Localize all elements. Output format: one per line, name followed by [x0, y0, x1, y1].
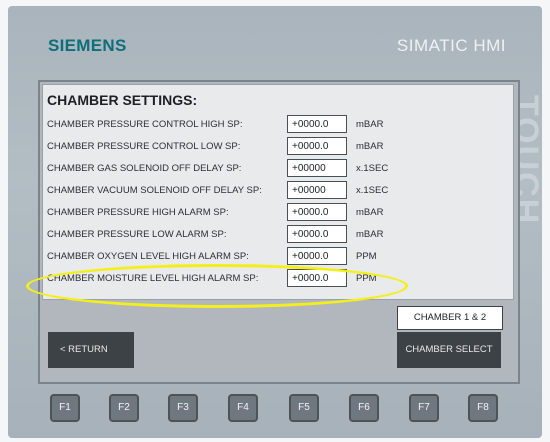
f6-key[interactable]: F6: [349, 394, 379, 422]
setting-value-field[interactable]: +00000: [287, 159, 347, 177]
hmi-screen: CHAMBER SETTINGS: CHAMBER PRESSURE CONTR…: [38, 80, 520, 384]
page-title: CHAMBER SETTINGS:: [47, 92, 198, 108]
setting-unit: x.1SEC: [356, 163, 389, 174]
brand-logo: SIEMENS: [48, 36, 127, 55]
setting-value-field[interactable]: +0000.0: [287, 137, 347, 155]
chamber-indicator: CHAMBER 1 & 2: [397, 306, 503, 330]
settings-panel: CHAMBER SETTINGS: CHAMBER PRESSURE CONTR…: [42, 84, 514, 300]
setting-label: CHAMBER GAS SOLENOID OFF DELAY SP:: [47, 163, 242, 174]
chamber-select-button[interactable]: CHAMBER SELECT: [397, 332, 501, 368]
product-name: SIMATIC HMI: [396, 36, 506, 55]
setting-value-field[interactable]: +0000.0: [287, 203, 347, 221]
f2-key[interactable]: F2: [109, 394, 139, 422]
setting-label: CHAMBER PRESSURE CONTROL LOW SP:: [47, 141, 241, 152]
setting-unit: mBAR: [356, 119, 384, 130]
return-button[interactable]: < RETURN: [48, 332, 134, 368]
setting-value-field[interactable]: +0000.0: [287, 225, 347, 243]
setting-label: CHAMBER PRESSURE HIGH ALARM SP:: [47, 207, 229, 218]
setting-value-field[interactable]: +00000: [287, 181, 347, 199]
setting-value-field[interactable]: +0000.0: [287, 269, 347, 287]
setting-row: CHAMBER PRESSURE HIGH ALARM SP: +0000.0 …: [47, 203, 507, 223]
f3-key[interactable]: F3: [168, 394, 198, 422]
setting-row: CHAMBER PRESSURE LOW ALARM SP: +0000.0 m…: [47, 225, 507, 245]
setting-unit: mBAR: [356, 229, 384, 240]
setting-label: CHAMBER VACUUM SOLENOID OFF DELAY SP:: [47, 185, 262, 196]
setting-unit: PPM: [356, 251, 377, 262]
f8-key[interactable]: F8: [468, 394, 498, 422]
setting-row: CHAMBER PRESSURE CONTROL LOW SP: +0000.0…: [47, 137, 507, 157]
setting-row: CHAMBER GAS SOLENOID OFF DELAY SP: +0000…: [47, 159, 507, 179]
setting-value-field[interactable]: +0000.0: [287, 115, 347, 133]
f7-key[interactable]: F7: [409, 394, 439, 422]
setting-label: CHAMBER MOISTURE LEVEL HIGH ALARM SP:: [47, 273, 259, 284]
setting-label: CHAMBER OXYGEN LEVEL HIGH ALARM SP:: [47, 251, 249, 262]
f1-key[interactable]: F1: [50, 394, 80, 422]
setting-unit: x.1SEC: [356, 185, 389, 196]
setting-row: CHAMBER VACUUM SOLENOID OFF DELAY SP: +0…: [47, 181, 507, 201]
setting-label: CHAMBER PRESSURE LOW ALARM SP:: [47, 229, 227, 240]
f4-key[interactable]: F4: [228, 394, 258, 422]
setting-label: CHAMBER PRESSURE CONTROL HIGH SP:: [47, 119, 243, 130]
setting-row: CHAMBER PRESSURE CONTROL HIGH SP: +0000.…: [47, 115, 507, 135]
setting-row: CHAMBER MOISTURE LEVEL HIGH ALARM SP: +0…: [47, 269, 507, 289]
setting-value-field[interactable]: +0000.0: [287, 247, 347, 265]
setting-unit: mBAR: [356, 207, 384, 218]
setting-unit: mBAR: [356, 141, 384, 152]
f5-key[interactable]: F5: [289, 394, 319, 422]
setting-unit: PPM: [356, 273, 377, 284]
setting-row: CHAMBER OXYGEN LEVEL HIGH ALARM SP: +000…: [47, 247, 507, 267]
